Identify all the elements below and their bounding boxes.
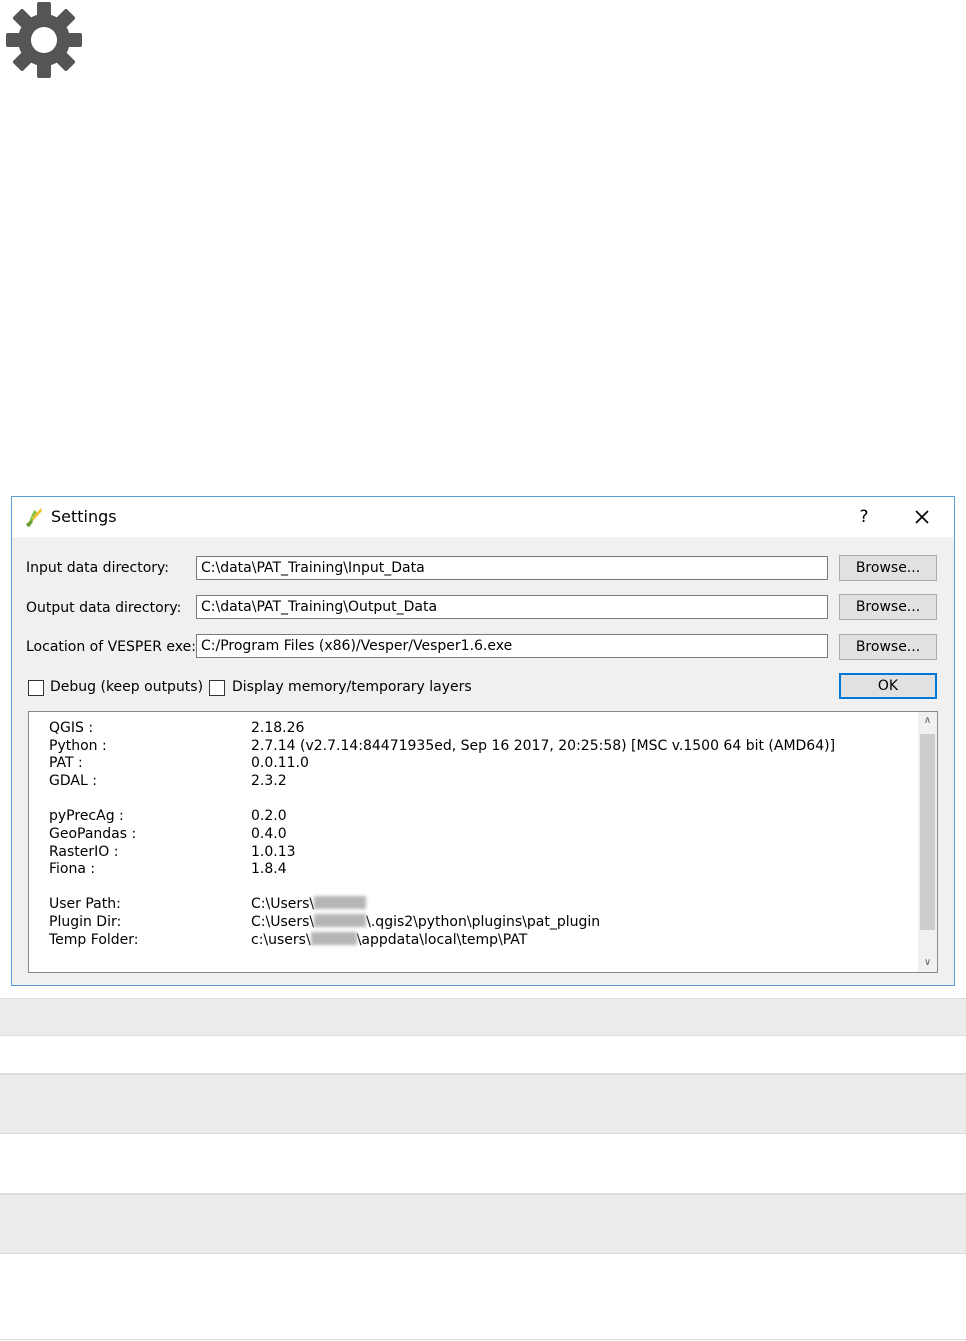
info-key: PAT : xyxy=(49,755,83,771)
info-key: GDAL : xyxy=(49,773,97,789)
empty-row xyxy=(0,1036,966,1074)
info-value: C:\Users\ \.qgis2\python\plugins\pat_plug… xyxy=(251,914,600,930)
scroll-up-icon[interactable]: ∧ xyxy=(918,712,937,730)
info-key: Plugin Dir: xyxy=(49,914,122,930)
input-dir-field[interactable]: C:\data\PAT_Training\Input_Data xyxy=(196,556,828,580)
info-value: C:\Users\ xyxy=(251,896,367,912)
display-layers-checkbox[interactable] xyxy=(209,680,225,696)
info-value-prefix: c:\users\ xyxy=(251,932,311,948)
info-key: User Path: xyxy=(49,896,121,912)
info-key: pyPrecAg : xyxy=(49,808,124,824)
settings-dialog: Settings ? Input data directory: C:\data… xyxy=(11,496,955,986)
vesper-exe-label: Location of VESPER exe: xyxy=(26,639,196,655)
empty-row xyxy=(0,1074,966,1134)
dialog-title: Settings xyxy=(51,507,117,526)
empty-row xyxy=(0,998,966,1036)
empty-row xyxy=(0,1194,966,1254)
qgis-icon xyxy=(26,508,42,527)
display-layers-label: Display memory/temporary layers xyxy=(232,679,472,695)
info-value-suffix: \appdata\local\temp\PAT xyxy=(356,932,528,948)
debug-checkbox[interactable] xyxy=(28,680,44,696)
info-key: RasterIO : xyxy=(49,844,119,860)
browse-output-button[interactable]: Browse... xyxy=(839,594,937,620)
info-value: 1.0.13 xyxy=(251,844,296,860)
debug-label: Debug (keep outputs) xyxy=(50,679,204,695)
vesper-exe-field[interactable]: C:/Program Files (x86)/Vesper/Vesper1.6.… xyxy=(196,634,828,658)
info-key: Fiona : xyxy=(49,861,96,877)
scroll-down-icon[interactable]: ∨ xyxy=(918,954,937,972)
info-value: 2.18.26 xyxy=(251,720,305,736)
output-dir-label: Output data directory: xyxy=(26,600,182,616)
output-dir-field[interactable]: C:\data\PAT_Training\Output_Data xyxy=(196,595,828,619)
info-value: 1.8.4 xyxy=(251,861,287,877)
redacted-username xyxy=(314,914,367,927)
info-value-prefix: C:\Users\ xyxy=(251,914,315,930)
info-key: Python : xyxy=(49,738,107,754)
input-dir-label: Input data directory: xyxy=(26,560,170,576)
empty-row xyxy=(0,1134,966,1194)
info-value: 0.4.0 xyxy=(251,826,287,842)
help-button[interactable]: ? xyxy=(850,503,878,531)
info-value: 0.0.11.0 xyxy=(251,755,309,771)
empty-row xyxy=(0,1254,966,1340)
info-value: 0.2.0 xyxy=(251,808,287,824)
info-key: Temp Folder: xyxy=(49,932,139,948)
title-bar: Settings ? xyxy=(12,497,954,537)
info-value: 2.7.14 (v2.7.14:84471935ed, Sep 16 2017,… xyxy=(251,738,836,754)
gear-icon xyxy=(6,2,82,78)
ok-button[interactable]: OK xyxy=(839,673,937,699)
info-value-prefix: C:\Users\ xyxy=(251,896,315,912)
info-value-suffix: \.qgis2\python\plugins\pat_plugin xyxy=(366,914,601,930)
close-icon[interactable] xyxy=(908,503,936,531)
browse-vesper-button[interactable]: Browse... xyxy=(839,634,937,660)
info-value: 2.3.2 xyxy=(251,773,287,789)
info-key: GeoPandas : xyxy=(49,826,137,842)
version-info-panel[interactable]: QGIS : 2.18.26 Python : 2.7.14 (v2.7.14:… xyxy=(28,711,938,973)
browse-input-button[interactable]: Browse... xyxy=(839,555,937,581)
redacted-username xyxy=(314,896,367,909)
vertical-scrollbar[interactable]: ∧ ∨ xyxy=(918,712,937,972)
info-value: c:\users\ \appdata\local\temp\PAT xyxy=(251,932,527,948)
info-key: QGIS : xyxy=(49,720,94,736)
redacted-username xyxy=(310,932,357,945)
scroll-thumb[interactable] xyxy=(920,734,935,930)
